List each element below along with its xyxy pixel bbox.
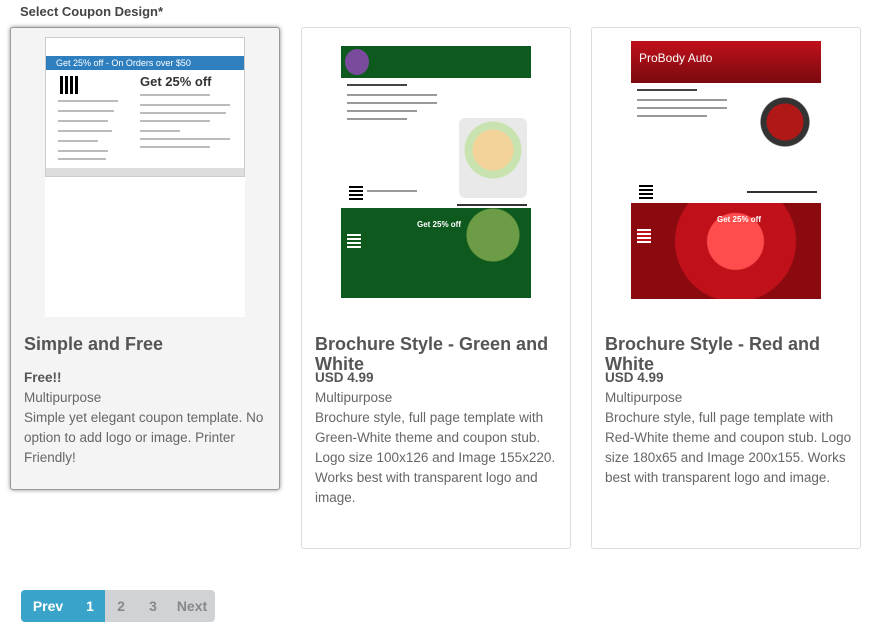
- card-price: Free!!: [24, 370, 62, 385]
- card-category: Multipurpose: [605, 390, 683, 405]
- coupon-card-red[interactable]: ProBody Auto Get 25% off Brochure Style …: [591, 27, 861, 549]
- card-price: USD 4.99: [605, 370, 664, 385]
- coupon-card-green[interactable]: Get 25% off Brochure Style - Green and W…: [301, 27, 571, 549]
- food-image: [459, 118, 527, 198]
- card-description: Simple yet elegant coupon template. No o…: [24, 410, 264, 465]
- thumbnail-headline: Get 25% off: [140, 74, 212, 89]
- page-1-button[interactable]: 1: [75, 590, 105, 622]
- card-description: Brochure style, full page template with …: [605, 410, 852, 485]
- coupon-card-simple[interactable]: Get 25% off - On Orders over $50 Get 25%…: [10, 27, 280, 490]
- card-description: Brochure style, full page template with …: [315, 410, 556, 505]
- coupon-thumbnail: ProBody Auto Get 25% off: [631, 41, 831, 321]
- select-coupon-heading: Select Coupon Design*: [20, 4, 164, 19]
- page-2-button[interactable]: 2: [105, 590, 137, 622]
- coupon-thumbnail: Get 25% off: [341, 46, 541, 326]
- page-3-button[interactable]: 3: [137, 590, 169, 622]
- thumbnail-offer: Get 25% off: [417, 220, 462, 229]
- car-part-image: [756, 89, 814, 149]
- thumbnail-offer: Get 25% off: [717, 215, 762, 224]
- pagination: Prev 1 2 3 Next: [21, 590, 215, 622]
- coupon-thumbnail: Get 25% off - On Orders over $50 Get 25%…: [45, 37, 245, 317]
- card-category: Multipurpose: [315, 390, 393, 405]
- thumbnail-banner: Get 25% off - On Orders over $50: [46, 56, 244, 70]
- card-price: USD 4.99: [315, 370, 374, 385]
- prev-page-button[interactable]: Prev: [21, 590, 75, 622]
- qr-code-icon: [60, 76, 78, 94]
- card-category: Multipurpose: [24, 390, 102, 405]
- thumbnail-brand: ProBody Auto: [639, 51, 713, 65]
- card-title: Simple and Free: [24, 334, 164, 354]
- next-page-button[interactable]: Next: [169, 590, 215, 622]
